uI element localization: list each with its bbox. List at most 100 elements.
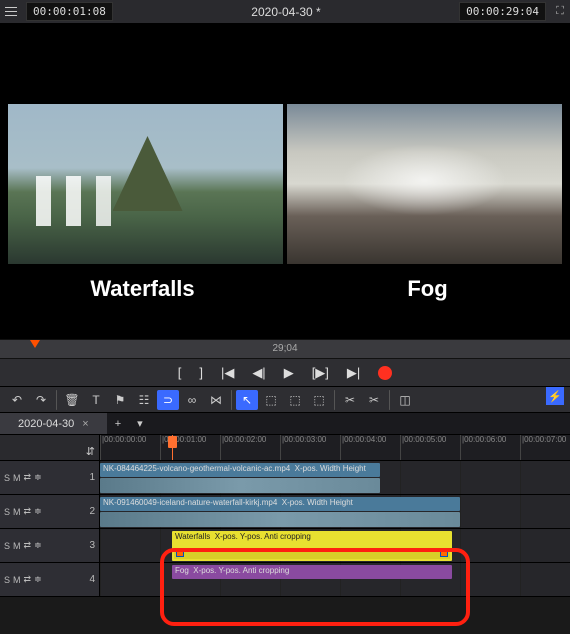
undo-icon[interactable]: ↶ [6,390,28,410]
link-button[interactable]: ⇄ [24,506,32,517]
cut-icon[interactable]: ✂ [339,390,361,410]
lock-button[interactable]: ≑ [34,472,42,483]
track-4: S M ⇄ ≑ 4 Fog X-pos. Y-pos. Anti croppin… [0,563,570,597]
timeline-toolbar: ↶ ↷ 🗑 T ⚑ ☷ ⊃ ∞ ⋈ ↖ ⬚ ⬚ ⬚ ✂ ✂ ◫ [0,387,570,413]
solo-button[interactable]: S [4,541,10,551]
expand-icon[interactable]: ⛶ [550,2,570,22]
track-number: 1 [89,472,95,483]
preview-right [287,104,562,264]
cut2-icon[interactable]: ✂ [363,390,385,410]
ruler-body[interactable]: |00:00:00:00 |00:00:01:00 |00:00:02:00 |… [100,435,570,460]
track-head: S M ⇄ ≑ 1 [0,461,100,494]
separator [56,390,57,410]
track-lane[interactable]: Fog X-pos. Y-pos. Anti cropping [100,563,570,596]
tick: |00:00:07:00 [520,435,566,460]
tick: |00:00:06:00 [460,435,506,460]
separator [334,390,335,410]
tab-label: 2020-04-30 [18,418,74,430]
track-1: S M ⇄ ≑ 1 NK-084464225-volcano-geotherma… [0,461,570,495]
title-clip-waterfalls[interactable]: Waterfalls X-pos. Y-pos. Anti cropping [172,531,452,561]
tick: |00:00:04:00 [340,435,386,460]
clip-thumbnail [100,478,380,493]
mute-button[interactable]: M [13,575,21,585]
tab-sequence[interactable]: 2020-04-30 × [0,413,107,434]
clip-thumbnail [100,512,460,527]
timecode-out[interactable]: 00:00:29:04 [459,2,546,21]
mute-button[interactable]: M [13,541,21,551]
video-clip[interactable]: NK-084464225-volcano-geothermal-volcanic… [100,463,380,477]
playhead-marker-icon[interactable] [30,340,40,348]
lock-button[interactable]: ≑ [34,506,42,517]
go-end-button[interactable]: ▶| [347,365,360,381]
track-number: 4 [89,574,95,585]
render-bolt-icon[interactable]: ⚡ [546,387,564,405]
tab-menu-button[interactable]: ▾ [129,417,151,430]
track-head: S M ⇄ ≑ 4 [0,563,100,596]
magnet-snap-icon[interactable]: ⊃ [157,390,179,410]
mute-button[interactable]: M [13,473,21,483]
select-tool-icon[interactable]: ↖ [236,390,258,410]
video-clip[interactable]: NK-091460049-iceland-nature-waterfall-ki… [100,497,460,511]
hamburger-menu-icon[interactable] [0,1,22,23]
unlink-icon[interactable]: ⋈ [205,390,227,410]
marker-icon[interactable]: ⚑ [109,390,131,410]
keyframe-icon[interactable] [176,549,184,557]
preview-left [8,104,283,264]
label-waterfalls: Waterfalls [0,276,285,302]
track-number: 2 [89,506,95,517]
link-button[interactable]: ⇄ [24,574,32,585]
align-icon[interactable]: ◫ [394,390,416,410]
label-fog: Fog [285,276,570,302]
tick: |00:00:00:00 [100,435,146,460]
title-clip-fog[interactable]: Fog X-pos. Y-pos. Anti cropping [172,565,452,579]
scrub-bar[interactable]: 29;04 [0,339,570,359]
tick: |00:00:05:00 [400,435,446,460]
link-icon[interactable]: ∞ [181,390,203,410]
step-back-button[interactable]: ◀| [252,365,265,381]
duration-label: 29;04 [272,343,297,354]
step-fwd-button[interactable]: [▶] [312,365,329,381]
tracks-icon[interactable]: ☷ [133,390,155,410]
track-head: S M ⇄ ≑ 3 [0,529,100,562]
ripple-icon[interactable]: ⬚ [260,390,282,410]
mute-button[interactable]: M [13,507,21,517]
close-tab-icon[interactable]: × [82,418,88,430]
preview-area: Waterfalls Fog [0,24,570,339]
keyframe-icon[interactable] [440,549,448,557]
tick: |00:00:01:00 [160,435,206,460]
add-tab-button[interactable]: + [107,418,129,430]
go-start-button[interactable]: |◀ [221,365,234,381]
track-2: S M ⇄ ≑ 2 NK-091460049-iceland-nature-wa… [0,495,570,529]
mark-in-button[interactable]: [ [178,365,182,380]
project-title: 2020-04-30 * [117,5,455,19]
track-3: S M ⇄ ≑ 3 Waterfalls X-pos. Y-pos. Anti … [0,529,570,563]
link-button[interactable]: ⇄ [24,540,32,551]
slip-icon[interactable]: ⬚ [308,390,330,410]
track-lane[interactable]: NK-084464225-volcano-geothermal-volcanic… [100,461,570,494]
sequence-tabs: 2020-04-30 × + ▾ [0,413,570,435]
solo-button[interactable]: S [4,507,10,517]
track-lane[interactable]: NK-091460049-iceland-nature-waterfall-ki… [100,495,570,528]
text-icon[interactable]: T [85,390,107,410]
delete-icon[interactable]: 🗑 [61,390,83,410]
solo-button[interactable]: S [4,575,10,585]
track-head: S M ⇄ ≑ 2 [0,495,100,528]
mark-out-button[interactable]: ] [199,365,203,380]
track-number: 3 [89,540,95,551]
lock-button[interactable]: ≑ [34,574,42,585]
record-button[interactable] [378,366,392,380]
timeline-ruler[interactable]: ⇵ |00:00:00:00 |00:00:01:00 |00:00:02:00… [0,435,570,461]
lock-button[interactable]: ≑ [34,540,42,551]
tick: |00:00:03:00 [280,435,326,460]
play-button[interactable]: ▶ [284,365,294,381]
redo-icon[interactable]: ↷ [30,390,52,410]
roll-icon[interactable]: ⬚ [284,390,306,410]
track-lane[interactable]: Waterfalls X-pos. Y-pos. Anti cropping [100,529,570,562]
separator [389,390,390,410]
ruler-opts-icon[interactable]: ⇵ [86,445,95,458]
timecode-in[interactable]: 00:00:01:08 [26,2,113,21]
tick: |00:00:02:00 [220,435,266,460]
solo-button[interactable]: S [4,473,10,483]
playhead-knob-icon[interactable] [168,436,177,448]
link-button[interactable]: ⇄ [24,472,32,483]
